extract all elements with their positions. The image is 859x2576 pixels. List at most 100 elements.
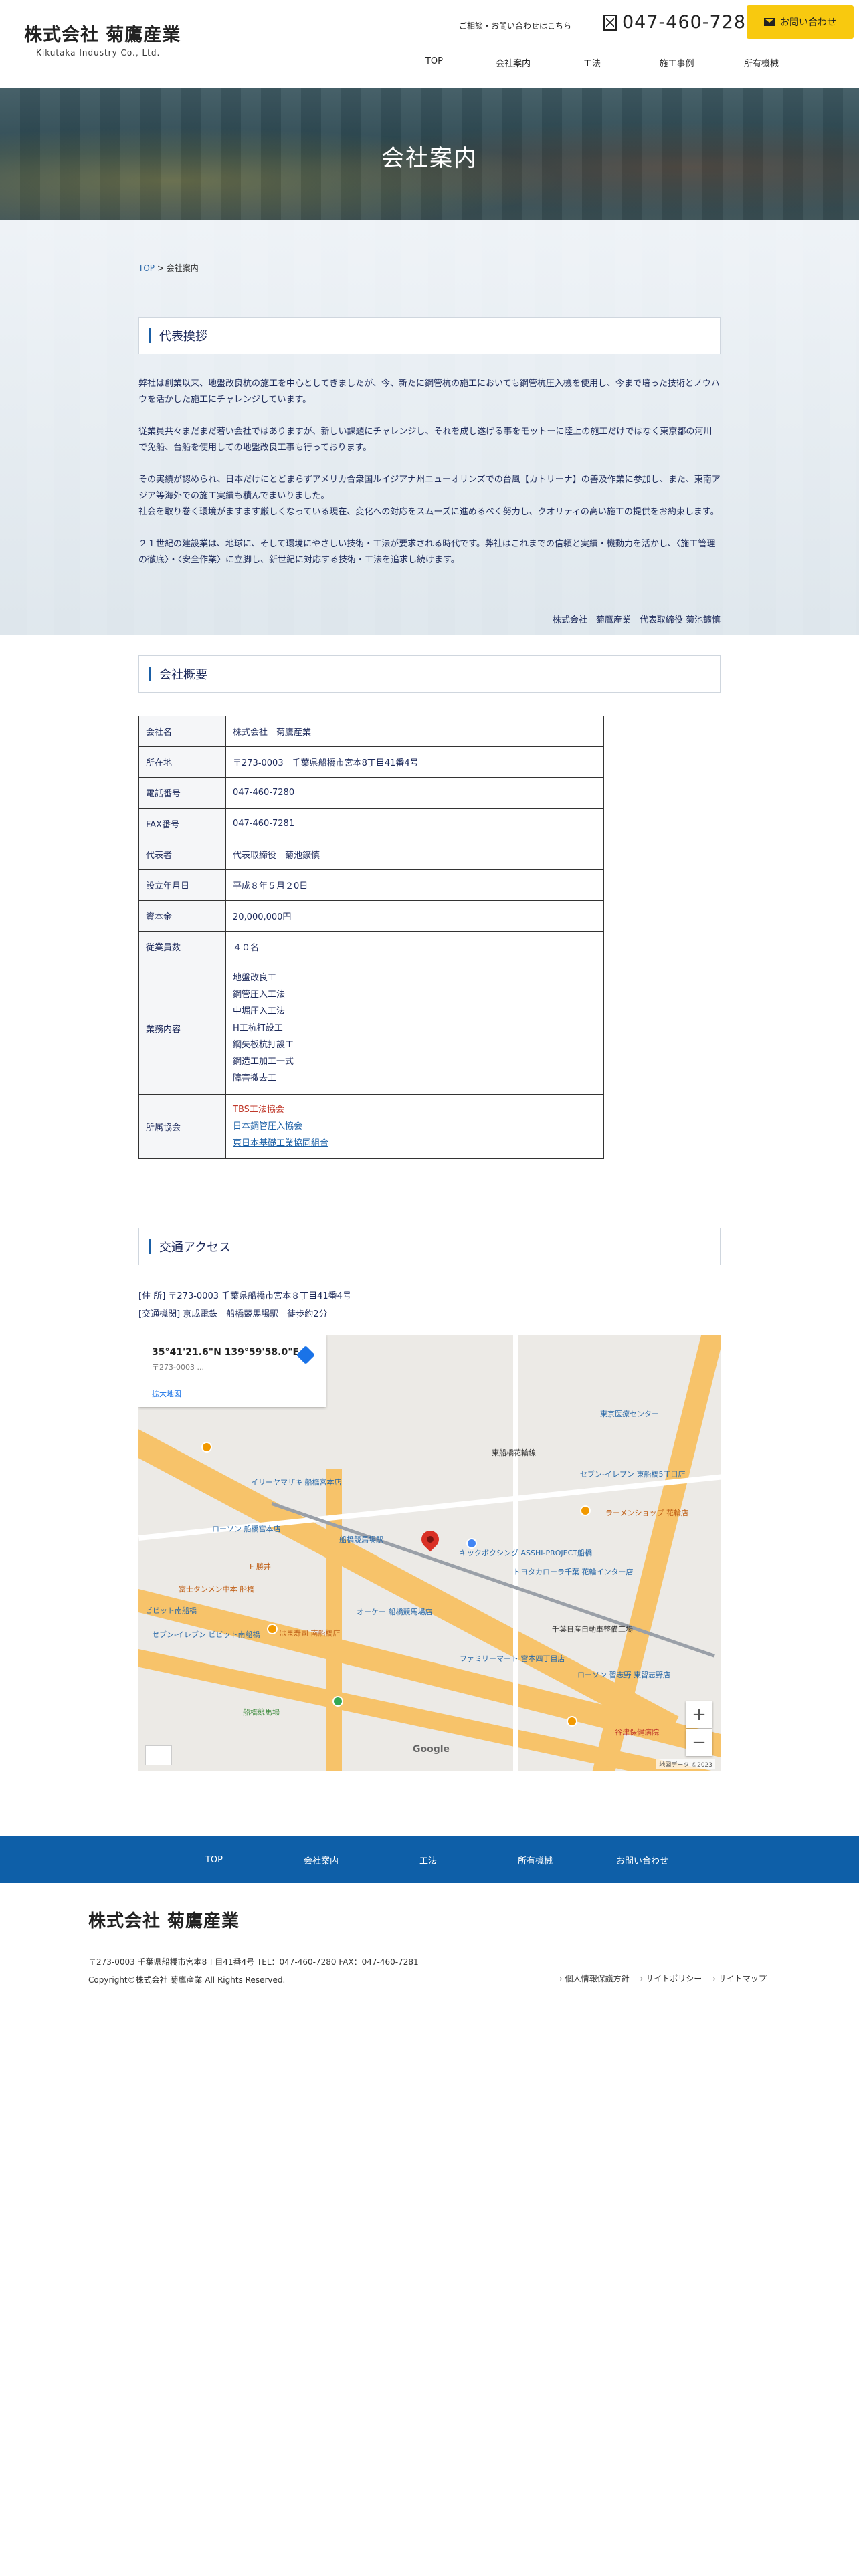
map-label: 富士タンメン中本 船橋 <box>179 1585 255 1594</box>
map-label: ビビット南船橋 <box>145 1606 197 1615</box>
hero-banner: 会社案内 <box>0 88 859 220</box>
map-location-pin-icon[interactable] <box>417 1527 443 1552</box>
map-poi-icon[interactable] <box>201 1442 212 1453</box>
mail-icon <box>764 18 775 26</box>
map-label: 東船橋花輪線 <box>492 1448 536 1457</box>
map-enlarge-link[interactable]: 拡大地図 <box>152 1388 181 1399</box>
map-label: トヨタカローラ千葉 花輪インター店 <box>513 1568 634 1576</box>
greeting-heading: 代表挨拶 <box>138 317 721 354</box>
footer-nav-top[interactable]: TOP <box>161 1855 268 1865</box>
footer-link-privacy[interactable]: 個人情報保護方針 <box>559 1973 630 1984</box>
row-value: 平成８年５月２0日 <box>225 869 604 901</box>
nav-item-top[interactable]: TOP <box>395 52 474 73</box>
footer-nav-method[interactable]: 工法 <box>375 1854 482 1866</box>
business-item: 鋼造工加工一式 <box>233 1057 294 1067</box>
footer-logo[interactable]: 株式会社 菊鷹産業 <box>88 1907 240 1932</box>
table-row: 代表者 代表取締役 菊池鑛慎 <box>138 839 604 870</box>
map-label: ローソン 船橋宮本店 <box>212 1525 281 1533</box>
contact-button[interactable]: お問い合わせ <box>747 5 854 39</box>
row-label: 設立年月日 <box>138 869 226 901</box>
row-label: FAX番号 <box>138 808 226 839</box>
map-poi-icon[interactable] <box>332 1696 343 1707</box>
map-info-card: 35°41'21.6"N 139°59'58.0"E 〒273-0003 ...… <box>138 1335 326 1407</box>
zoom-out-button[interactable]: − <box>686 1729 712 1756</box>
map-label: 谷津保健病院 <box>615 1728 659 1737</box>
row-value: 〒273-0003 千葉県船橋市宮本8丁目41番4号 <box>225 746 604 778</box>
greeting-paragraph: 従業員共々まだまだ若い会社ではありますが、新しい課題にチャレンジし、それを成し遂… <box>138 427 712 453</box>
footer-nav-machines[interactable]: 所有機械 <box>482 1854 589 1866</box>
map-poi-icon[interactable] <box>567 1716 577 1727</box>
row-label: 電話番号 <box>138 777 226 809</box>
business-list: 地盤改良工 鋼管圧入工法 中堀圧入工法 H工杭打設工 鋼矢板杭打設工 鋼造工加工… <box>225 962 604 1095</box>
association-link[interactable]: TBS工法協会 <box>233 1101 597 1118</box>
zoom-in-button[interactable]: + <box>686 1701 712 1728</box>
access-heading: 交通アクセス <box>138 1228 721 1265</box>
row-label: 所在地 <box>138 746 226 778</box>
breadcrumb-separator: > <box>157 263 164 273</box>
table-row: 資本金 20,000,000円 <box>138 900 604 932</box>
map-poi-icon[interactable] <box>580 1505 591 1516</box>
nav-item-company[interactable]: 会社案内 <box>474 52 553 73</box>
breadcrumb-home[interactable]: TOP <box>138 263 155 273</box>
greeting-body: 弊社は創業以来、地盤改良杭の施工を中心としてきましたが、今、新たに鋼管杭の施工に… <box>138 376 721 584</box>
site-logo-subtitle: Kikutaka Industry Co., Ltd. <box>36 48 161 58</box>
map-label: セブン-イレブン 東船橋5丁目店 <box>580 1470 686 1479</box>
nav-item-works[interactable]: 施工事例 <box>632 52 722 73</box>
footer-link-policy[interactable]: サイトポリシー <box>640 1973 702 1984</box>
contact-note: ご相談・お問い合わせはこちら <box>459 21 572 31</box>
breadcrumb: TOP > 会社案内 <box>138 262 199 274</box>
table-row: 会社名 株式会社 菊鷹産業 <box>138 716 604 747</box>
heading-bar <box>149 328 151 343</box>
map-address: 〒273-0003 ... <box>152 1363 204 1372</box>
footer-nav-contact[interactable]: お問い合わせ <box>589 1854 696 1866</box>
map-poi-icon[interactable] <box>466 1538 477 1549</box>
site-logo[interactable]: 株式会社 菊鷹産業 <box>24 20 181 46</box>
phone-icon <box>603 14 617 31</box>
header-phone[interactable]: 047-460-7280 <box>603 12 758 33</box>
street-view-icon[interactable] <box>145 1745 172 1765</box>
greeting-paragraph: 弊社は創業以来、地盤改良杭の施工を中心としてきましたが、今、新たに鋼管杭の施工に… <box>138 379 720 405</box>
map-credits[interactable]: 地図データ ©2023 <box>656 1759 715 1769</box>
row-label: 会社名 <box>138 716 226 747</box>
association-link[interactable]: 東日本基礎工業協同組合 <box>233 1135 597 1152</box>
map-coordinates: 35°41'21.6"N 139°59'58.0"E <box>152 1347 300 1358</box>
row-label: 従業員数 <box>138 931 226 962</box>
row-value: 047-460-7281 <box>225 808 604 839</box>
map-road <box>138 1415 679 1739</box>
overview-heading-label: 会社概要 <box>159 668 207 682</box>
google-map[interactable]: 東京医療センター 東船橋花輪線 セブン-イレブン 東船橋5丁目店 ラーメンショッ… <box>138 1335 721 1771</box>
greeting-signature: 株式会社 菊鷹産業 代表取締役 菊池鑛慎 <box>552 615 721 625</box>
footer-nav-company[interactable]: 会社案内 <box>268 1854 375 1866</box>
greeting-paragraph: ２１世紀の建設業は、地球に、そして環境にやさしい技術・工法が要求される時代です。… <box>138 539 716 565</box>
business-item: 中堀圧入工法 <box>233 1006 286 1016</box>
map-label: イリーヤマザキ 船橋宮本店 <box>251 1478 342 1487</box>
site-header: 株式会社 菊鷹産業 Kikutaka Industry Co., Ltd. ご相… <box>0 0 859 88</box>
copyright: Copyright©株式会社 菊鷹産業 All Rights Reserved. <box>88 1975 286 1985</box>
breadcrumb-current: 会社案内 <box>166 263 199 273</box>
map-label: はま寿司 南船橋店 <box>279 1629 341 1638</box>
company-overview-table: 会社名 株式会社 菊鷹産業 所在地 〒273-0003 千葉県船橋市宮本8丁目41番… <box>138 716 604 1159</box>
table-row: FAX番号 047-460-7281 <box>138 808 604 839</box>
association-link[interactable]: 日本鋼管圧入協会 <box>233 1118 597 1135</box>
business-item: H工杭打設工 <box>233 1023 283 1033</box>
nav-item-machines[interactable]: 所有機械 <box>722 52 801 73</box>
table-row: 所在地 〒273-0003 千葉県船橋市宮本8丁目41番4号 <box>138 746 604 778</box>
table-row: 従業員数 ４０名 <box>138 931 604 962</box>
map-label: ラーメンショップ 花輪店 <box>605 1509 689 1517</box>
map-label: 船橋競馬場 <box>243 1708 280 1717</box>
map-label: 船橋競馬場駅 <box>339 1535 383 1544</box>
business-item: 鋼矢板杭打設工 <box>233 1040 294 1050</box>
footer-link-sitemap[interactable]: サイトマップ <box>712 1973 767 1984</box>
table-row: 業務内容 地盤改良工 鋼管圧入工法 中堀圧入工法 H工杭打設工 鋼矢板杭打設工 … <box>138 962 604 1095</box>
row-value: 代表取締役 菊池鑛慎 <box>225 839 604 870</box>
footer-nav: TOP 会社案内 工法 所有機械 お問い合わせ <box>0 1836 859 1883</box>
table-row: 所属協会 TBS工法協会 日本鋼管圧入協会 東日本基礎工業協同組合 <box>138 1094 604 1159</box>
footer-links: 個人情報保護方針 サイトポリシー サイトマップ <box>559 1973 767 1984</box>
nav-item-method[interactable]: 工法 <box>553 52 632 73</box>
row-value: 047-460-7280 <box>225 777 604 809</box>
map-poi-icon[interactable] <box>267 1624 278 1634</box>
row-value: 20,000,000円 <box>225 900 604 932</box>
google-logo: Google <box>413 1744 450 1755</box>
business-item: 鋼管圧入工法 <box>233 990 286 1000</box>
map-label: セブン-イレブン ビビット南船橋 <box>152 1630 260 1639</box>
